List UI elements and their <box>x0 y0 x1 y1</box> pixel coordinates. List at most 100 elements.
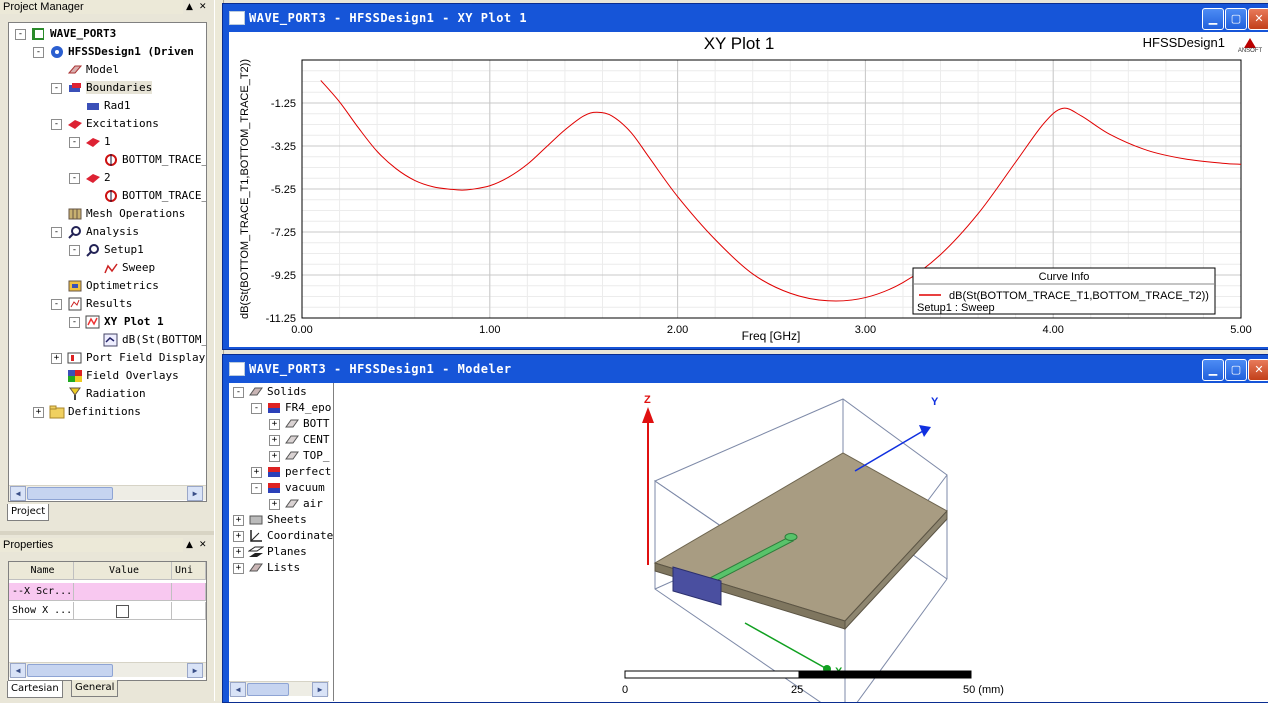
tree-item-lists[interactable]: + Lists <box>233 560 300 576</box>
scroll-right-button[interactable]: ▶ <box>187 486 203 501</box>
expand-toggle-icon[interactable]: + <box>51 353 62 364</box>
minimize-button[interactable]: ▁ <box>1202 8 1224 30</box>
expand-toggle-icon[interactable]: + <box>269 419 280 430</box>
collapse-toggle-icon[interactable]: - <box>69 245 80 256</box>
tree-item-bottom[interactable]: + BOTT <box>269 416 330 432</box>
project-tree-hscrollbar[interactable]: ◀ ▶ <box>9 485 206 501</box>
scroll-right-button[interactable]: ▶ <box>312 682 328 697</box>
properties-table[interactable]: Name Value Uni --X Scr... Show X ... ◀ ▶ <box>8 561 207 681</box>
collapse-toggle-icon[interactable]: - <box>51 119 62 130</box>
xy-plot-chart[interactable]: 0.00 1.00 2.00 3.00 4.00 5.00 -1.25 -3.25 -5.25 -… <box>229 32 1268 347</box>
collapse-toggle-icon[interactable]: - <box>51 83 62 94</box>
3d-viewport[interactable]: Z Y X 0 25 50 (mm) <box>335 383 1268 702</box>
tree-item-fr4-epoxy[interactable]: - FR4_epo <box>251 400 331 416</box>
close-button[interactable]: ✕ <box>1248 8 1268 30</box>
scroll-thumb[interactable] <box>247 683 289 696</box>
panel-close-icon[interactable]: ✕ <box>199 0 207 14</box>
collapse-toggle-icon[interactable]: - <box>251 403 262 414</box>
property-row-name[interactable]: Show X ... <box>9 602 74 620</box>
column-header-name[interactable]: Name <box>9 562 74 580</box>
tree-item-project[interactable]: - WAVE_PORT3 <box>15 25 116 43</box>
tree-item-air[interactable]: + air <box>269 496 323 512</box>
expand-toggle-icon[interactable]: + <box>269 499 280 510</box>
tree-item-radiation[interactable]: Radiation <box>53 385 146 403</box>
tree-item-mesh-operations[interactable]: Mesh Operations <box>53 205 185 223</box>
modeler-tree[interactable]: - Solids - FR4_epo + BOTT + CENT + TOP_ + perfect - v… <box>229 383 334 701</box>
tree-item-solids[interactable]: - Solids <box>233 384 307 400</box>
window-system-icon[interactable] <box>229 11 245 25</box>
expand-toggle-icon[interactable]: + <box>233 515 244 526</box>
tree-item-coordinate[interactable]: + Coordinate <box>233 528 333 544</box>
scroll-left-button[interactable]: ◀ <box>10 663 26 678</box>
collapse-toggle-icon[interactable]: - <box>51 227 62 238</box>
tree-item-sweep[interactable]: Sweep <box>89 259 155 277</box>
tree-item-port-2-terminal[interactable]: BOTTOM_TRACE_ <box>89 187 206 205</box>
tree-item-setup1[interactable]: - Setup1 <box>69 241 144 259</box>
expand-toggle-icon[interactable]: + <box>233 547 244 558</box>
maximize-button[interactable]: ▢ <box>1225 359 1247 381</box>
tree-item-port-1-terminal[interactable]: BOTTOM_TRACE_ <box>89 151 206 169</box>
tree-item-field-overlays[interactable]: Field Overlays <box>53 367 179 385</box>
collapse-toggle-icon[interactable]: - <box>33 47 44 58</box>
panel-collapse-icon[interactable]: ▲ <box>186 0 193 14</box>
modeler-tree-hscrollbar[interactable]: ◀ ▶ <box>229 681 329 697</box>
column-header-unit[interactable]: Uni <box>172 562 206 580</box>
tree-item-boundaries[interactable]: - Boundaries <box>51 79 153 97</box>
expand-toggle-icon[interactable]: + <box>233 531 244 542</box>
minimize-button[interactable]: ▁ <box>1202 359 1224 381</box>
collapse-toggle-icon[interactable]: - <box>69 173 80 184</box>
collapse-toggle-icon[interactable]: - <box>15 29 26 40</box>
modeler-window[interactable]: WAVE_PORT3 - HFSSDesign1 - Modeler ▁ ▢ ✕… <box>222 354 1268 703</box>
expand-toggle-icon[interactable]: + <box>33 407 44 418</box>
properties-close-icon[interactable]: ✕ <box>199 538 207 552</box>
tree-item-vacuum[interactable]: - vacuum <box>251 480 325 496</box>
tree-item-port-2[interactable]: -2 <box>69 169 111 187</box>
tree-item-xy-plot-1[interactable]: - XY Plot 1 <box>69 313 164 331</box>
property-row-value[interactable] <box>74 602 172 620</box>
property-row-value[interactable] <box>74 583 172 601</box>
plot-area[interactable]: 0.00 1.00 2.00 3.00 4.00 5.00 -1.25 -3.25 -5.25 -… <box>229 32 1268 347</box>
expand-toggle-icon[interactable]: + <box>251 467 262 478</box>
tree-item-model[interactable]: Model <box>53 61 119 79</box>
xy-plot-window[interactable]: WAVE_PORT3 - HFSSDesign1 - XY Plot 1 ▁ ▢… <box>222 3 1268 350</box>
tree-item-results[interactable]: - Results <box>51 295 132 313</box>
expand-toggle-icon[interactable]: + <box>269 435 280 446</box>
tree-item-excitations[interactable]: - Excitations <box>51 115 159 133</box>
collapse-toggle-icon[interactable]: - <box>51 299 62 310</box>
tree-item-port-field-display[interactable]: + Port Field Display <box>51 349 205 367</box>
collapse-toggle-icon[interactable]: - <box>69 137 80 148</box>
tree-item-center[interactable]: + CENT <box>269 432 330 448</box>
collapse-toggle-icon[interactable]: - <box>233 387 244 398</box>
tree-item-top[interactable]: + TOP_ <box>269 448 330 464</box>
tree-item-perfect[interactable]: + perfect <box>251 464 331 480</box>
show-x-checkbox[interactable] <box>116 605 129 618</box>
scroll-thumb[interactable] <box>27 664 113 677</box>
expand-toggle-icon[interactable]: + <box>269 451 280 462</box>
tree-item-definitions[interactable]: + Definitions <box>33 403 141 421</box>
project-tree[interactable]: - WAVE_PORT3- HFSSDesign1 (Driven Model - Bou… <box>8 22 207 502</box>
close-button[interactable]: ✕ <box>1248 359 1268 381</box>
tree-item-design[interactable]: - HFSSDesign1 (Driven <box>33 43 194 61</box>
expand-toggle-icon[interactable]: + <box>233 563 244 574</box>
scroll-thumb[interactable] <box>27 487 113 500</box>
properties-hscrollbar[interactable]: ◀ ▶ <box>9 662 206 678</box>
tree-item-port-1[interactable]: -1 <box>69 133 111 151</box>
property-row-name[interactable]: --X Scr... <box>9 583 74 601</box>
tree-item-sheets[interactable]: + Sheets <box>233 512 307 528</box>
tree-item-trace[interactable]: dB(St(BOTTOM_ <box>89 331 206 349</box>
tab-cartesian[interactable]: Cartesian <box>7 681 63 698</box>
scroll-left-button[interactable]: ◀ <box>230 682 246 697</box>
scroll-left-button[interactable]: ◀ <box>10 486 26 501</box>
tree-item-planes[interactable]: + Planes <box>233 544 307 560</box>
maximize-button[interactable]: ▢ <box>1225 8 1247 30</box>
tab-general[interactable]: General <box>71 680 119 697</box>
tree-item-optimetrics[interactable]: Optimetrics <box>53 277 159 295</box>
properties-collapse-icon[interactable]: ▲ <box>186 538 193 552</box>
collapse-toggle-icon[interactable]: - <box>69 317 80 328</box>
column-header-value[interactable]: Value <box>74 562 172 580</box>
window-system-icon[interactable] <box>229 362 245 376</box>
tab-project[interactable]: Project <box>7 504 50 521</box>
tree-item-rad1[interactable]: Rad1 <box>71 97 131 115</box>
collapse-toggle-icon[interactable]: - <box>251 483 262 494</box>
tree-item-analysis[interactable]: - Analysis <box>51 223 139 241</box>
